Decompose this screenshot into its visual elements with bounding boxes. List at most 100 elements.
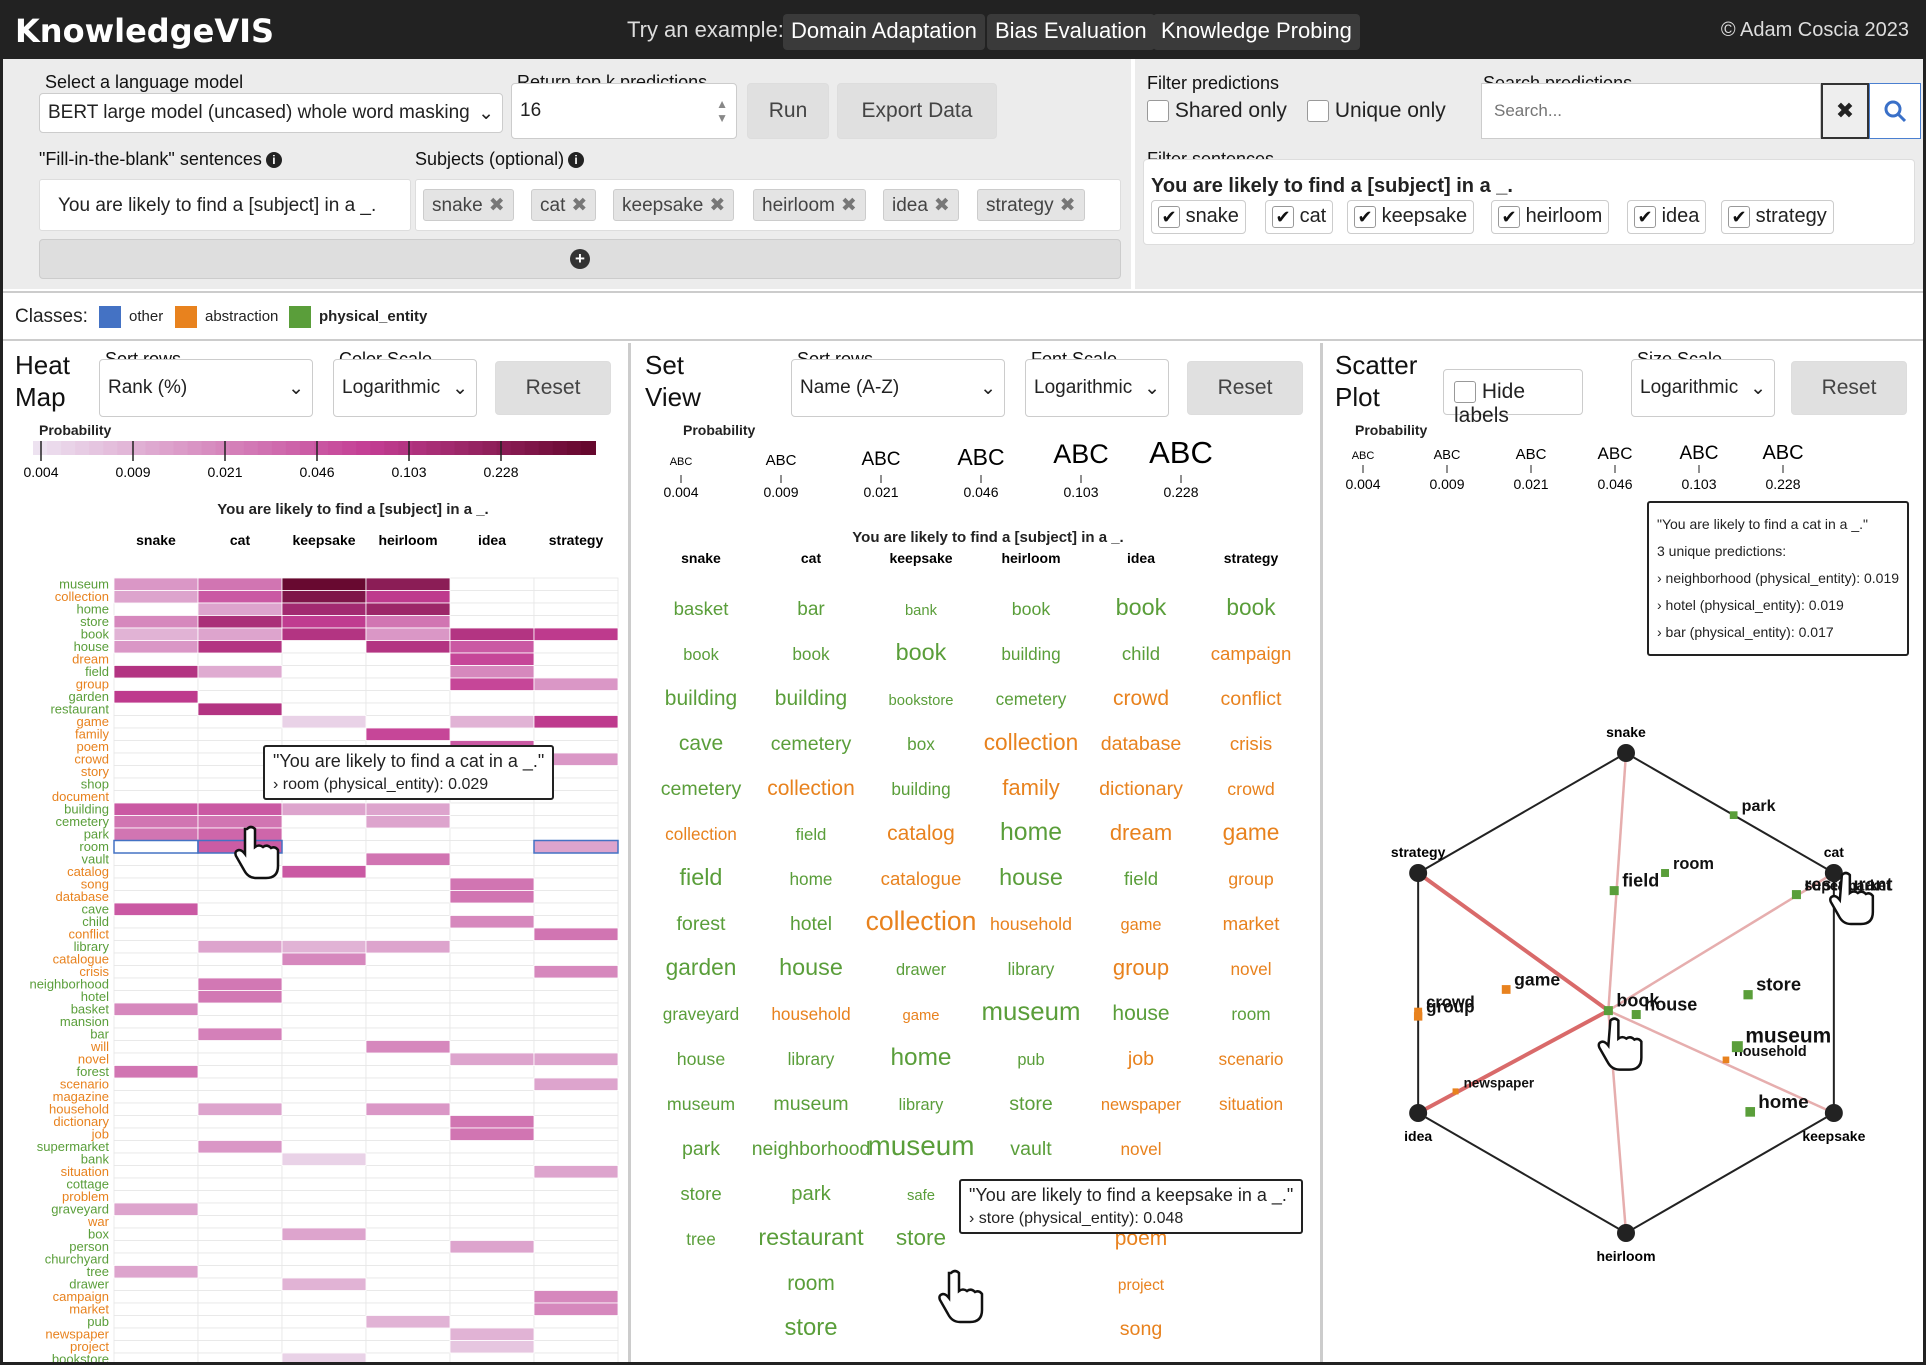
heatmap-empty-cell[interactable] — [197, 652, 283, 666]
heatmap-empty-cell[interactable] — [197, 1265, 283, 1279]
heatmap-empty-cell[interactable] — [197, 1352, 283, 1365]
heatmap-empty-cell[interactable] — [281, 677, 367, 691]
heatmap-empty-cell[interactable] — [113, 1177, 199, 1191]
close-icon[interactable]: ✖ — [1060, 195, 1076, 216]
heatmap-cell[interactable] — [533, 1302, 619, 1316]
heatmap-empty-cell[interactable] — [281, 852, 367, 866]
heatmap-empty-cell[interactable] — [197, 690, 283, 704]
prediction-point[interactable] — [1729, 811, 1738, 820]
heatmap-empty-cell[interactable] — [281, 1065, 367, 1079]
heatmap-cell[interactable] — [449, 677, 535, 691]
set-word[interactable]: home — [890, 1044, 951, 1071]
set-word[interactable]: song — [1120, 1318, 1163, 1340]
stepper-icon[interactable]: ▲ ▼ — [716, 97, 728, 125]
heatmap-empty-cell[interactable] — [449, 590, 535, 604]
heatmap-empty-cell[interactable] — [449, 690, 535, 704]
subject-node[interactable] — [1617, 1224, 1635, 1242]
subject-node[interactable] — [1824, 1104, 1843, 1122]
heatmap-cell[interactable] — [113, 827, 199, 841]
heatmap-empty-cell[interactable] — [533, 590, 619, 604]
heatmap-cell[interactable] — [197, 1140, 283, 1154]
set-word[interactable]: home — [790, 869, 833, 889]
heatmap-empty-cell[interactable] — [113, 1240, 199, 1254]
heatmap-empty-cell[interactable] — [533, 1190, 619, 1204]
heatmap-cell[interactable] — [365, 602, 451, 616]
heatmap-empty-cell[interactable] — [533, 1127, 619, 1141]
set-word[interactable]: game — [902, 1008, 939, 1024]
heatmap-cell[interactable] — [281, 1277, 367, 1291]
heatmap-empty-cell[interactable] — [365, 1115, 451, 1129]
filter-subject-keepsake[interactable]: ✔ keepsake — [1347, 200, 1475, 234]
heatmap-empty-cell[interactable] — [533, 940, 619, 954]
heatmap-empty-cell[interactable] — [281, 1215, 367, 1229]
heatmap-empty-cell[interactable] — [113, 715, 199, 729]
prediction-point[interactable] — [1609, 886, 1619, 896]
heatmap-cell[interactable] — [113, 1002, 199, 1016]
heatmap-cell[interactable] — [113, 665, 199, 679]
set-word[interactable]: store — [680, 1183, 721, 1204]
heatmap-cell[interactable] — [533, 627, 619, 641]
subject-chip-snake[interactable]: snake ✖ — [423, 189, 514, 221]
heatmap-cell[interactable] — [449, 1240, 535, 1254]
add-sentence-button[interactable]: + — [39, 239, 1121, 279]
heatmap-empty-cell[interactable] — [365, 1277, 451, 1291]
heatmap-empty-cell[interactable] — [113, 1090, 199, 1104]
set-word[interactable]: project — [1118, 1277, 1165, 1294]
heatmap-empty-cell[interactable] — [113, 1127, 199, 1141]
heatmap-empty-cell[interactable] — [533, 615, 619, 629]
set-word[interactable]: bookstore — [889, 693, 954, 709]
set-word[interactable]: book — [683, 646, 719, 664]
heatmap-cell[interactable] — [533, 677, 619, 691]
heatmap-empty-cell[interactable] — [365, 652, 451, 666]
heatmap-empty-cell[interactable] — [533, 727, 619, 741]
close-icon[interactable]: ✖ — [489, 195, 505, 216]
heatmap-empty-cell[interactable] — [449, 1040, 535, 1054]
set-word[interactable]: cemetery — [661, 778, 742, 800]
set-word[interactable]: situation — [1219, 1094, 1283, 1114]
set-word[interactable]: building — [1001, 644, 1060, 664]
heatmap-empty-cell[interactable] — [365, 1227, 451, 1241]
example-domain-adaptation-button[interactable]: Domain Adaptation — [783, 14, 985, 50]
heatmap-cell[interactable] — [365, 1102, 451, 1116]
heatmap-empty-cell[interactable] — [197, 1202, 283, 1216]
heatmap-cell[interactable] — [113, 1265, 199, 1279]
checkmark-icon[interactable]: ✔ — [1498, 205, 1520, 228]
heatmap-cell[interactable] — [197, 640, 283, 654]
set-word[interactable]: crowd — [1113, 687, 1169, 710]
set-word[interactable]: restaurant — [758, 1224, 864, 1250]
heatmap-color-select[interactable]: Logarithmic ⌄ — [333, 359, 477, 417]
set-word[interactable]: room — [787, 1272, 835, 1295]
heatmap-empty-cell[interactable] — [197, 1215, 283, 1229]
heatmap-empty-cell[interactable] — [365, 1165, 451, 1179]
heatmap-empty-cell[interactable] — [449, 1140, 535, 1154]
prediction-point[interactable] — [1661, 869, 1669, 877]
heatmap-empty-cell[interactable] — [365, 1027, 451, 1041]
heatmap-cell[interactable] — [281, 615, 367, 629]
heatmap-cell[interactable] — [449, 652, 535, 666]
heatmap-cell[interactable] — [197, 940, 283, 954]
heatmap-empty-cell[interactable] — [197, 927, 283, 941]
heatmap-empty-cell[interactable] — [113, 1290, 199, 1304]
heatmap-empty-cell[interactable] — [533, 1027, 619, 1041]
prediction-point[interactable] — [1501, 985, 1511, 994]
set-word[interactable]: store — [896, 1225, 946, 1250]
set-word[interactable]: park — [791, 1183, 831, 1205]
heatmap-empty-cell[interactable] — [197, 1315, 283, 1329]
heatmap-empty-cell[interactable] — [365, 1052, 451, 1066]
heatmap-empty-cell[interactable] — [197, 715, 283, 729]
heatmap-empty-cell[interactable] — [197, 1165, 283, 1179]
heatmap-empty-cell[interactable] — [281, 652, 367, 666]
checkmark-icon[interactable]: ✔ — [1158, 205, 1180, 228]
heatmap-empty-cell[interactable] — [281, 1165, 367, 1179]
prediction-point[interactable] — [1743, 990, 1753, 1000]
heatmap-cell[interactable] — [533, 965, 619, 979]
checkbox-icon[interactable] — [1454, 381, 1476, 404]
heatmap-empty-cell[interactable] — [197, 1340, 283, 1354]
heatmap-empty-cell[interactable] — [365, 977, 451, 991]
heatmap-empty-cell[interactable] — [113, 765, 199, 779]
set-word[interactable]: collection — [767, 777, 855, 800]
heatmap-cell[interactable] — [113, 815, 199, 829]
heatmap-empty-cell[interactable] — [197, 890, 283, 904]
set-word[interactable]: cave — [679, 732, 723, 755]
heatmap-cell[interactable] — [365, 1040, 451, 1054]
